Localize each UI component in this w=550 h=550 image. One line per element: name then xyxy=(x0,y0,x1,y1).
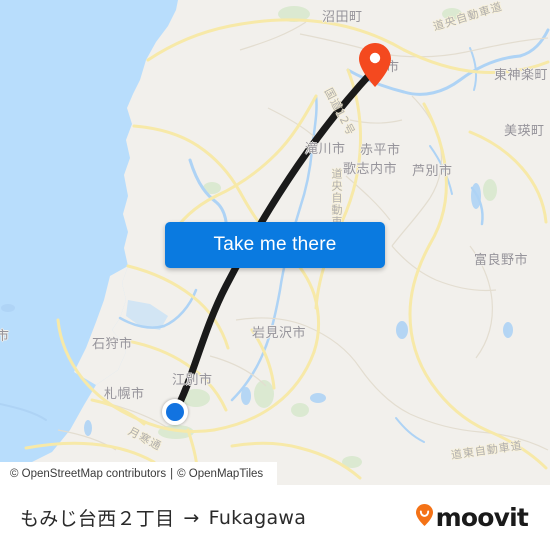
footer-bar: もみじ台西２丁目 → Fukagawa moovit xyxy=(0,485,550,550)
attribution-osm[interactable]: © OpenStreetMap contributors xyxy=(10,468,166,480)
route-destination-label: Fukagawa xyxy=(208,506,307,529)
moovit-wordmark: moovit xyxy=(435,503,529,532)
attribution-tiles[interactable]: © OpenMapTiles xyxy=(177,468,263,480)
attribution-separator: | xyxy=(170,467,174,480)
route-arrow-icon: → xyxy=(183,506,200,529)
moovit-map-page: 沼田町 道央自動車道 東神楽町 市 美瑛町 国道12号 滝川市 赤平市 歌志内市… xyxy=(0,0,550,550)
take-me-there-button[interactable]: Take me there xyxy=(165,222,385,268)
destination-pin-icon[interactable] xyxy=(358,42,392,88)
route-summary: もみじ台西２丁目 → Fukagawa xyxy=(20,504,306,531)
moovit-logo[interactable]: moovit xyxy=(415,503,529,532)
route-origin-label: もみじ台西２丁目 xyxy=(20,508,175,530)
moovit-pin-icon xyxy=(415,503,434,532)
origin-marker[interactable] xyxy=(162,399,188,425)
map-attribution: © OpenStreetMap contributors | © OpenMap… xyxy=(0,462,277,485)
map-canvas[interactable]: 沼田町 道央自動車道 東神楽町 市 美瑛町 国道12号 滝川市 赤平市 歌志内市… xyxy=(0,0,550,485)
